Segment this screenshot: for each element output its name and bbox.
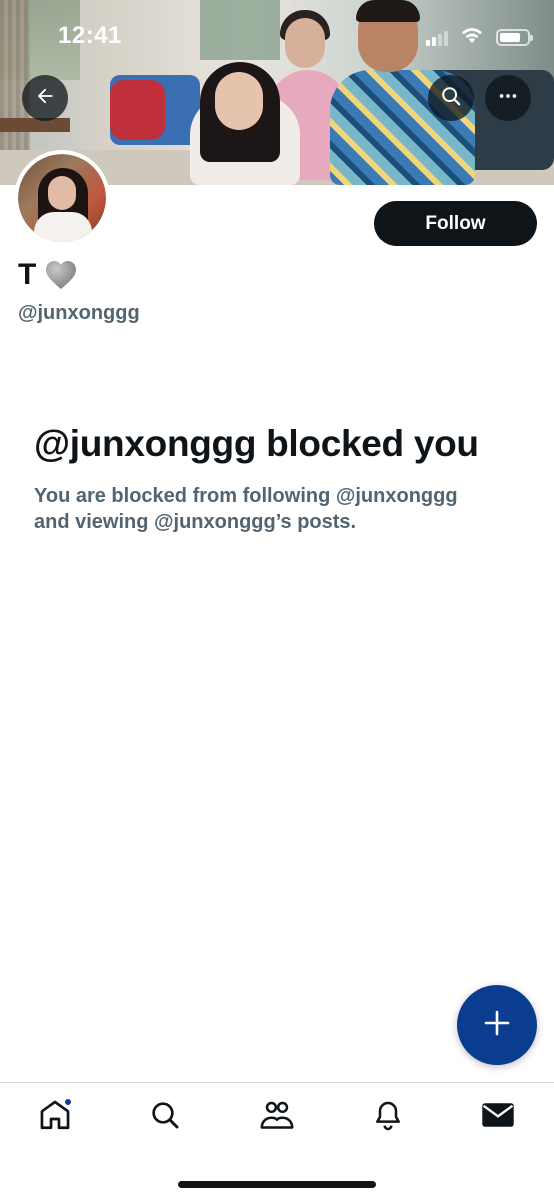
banner-person-face	[215, 72, 263, 130]
profile-display-name: T	[18, 258, 78, 292]
battery-icon	[496, 29, 533, 46]
more-options-button[interactable]	[485, 75, 531, 121]
blocked-description: You are blocked from following @junxongg…	[34, 483, 514, 535]
mail-icon	[481, 1100, 515, 1135]
banner-blanket	[110, 80, 165, 140]
nav-messages[interactable]	[478, 1097, 518, 1137]
avatar[interactable]	[14, 150, 110, 246]
blocked-title: @junxonggg blocked you	[34, 423, 479, 464]
nav-communities[interactable]	[257, 1097, 297, 1137]
nav-search[interactable]	[145, 1097, 185, 1137]
nav-home[interactable]	[35, 1097, 75, 1137]
search-icon	[440, 85, 462, 112]
communities-icon	[259, 1098, 295, 1137]
cellular-signal-icon	[426, 30, 448, 46]
plus-icon	[483, 1009, 511, 1042]
banner-table	[0, 118, 70, 132]
blocked-description-line: and viewing @junxonggg’s posts.	[34, 511, 357, 533]
search-icon	[149, 1099, 181, 1136]
blocked-description-line: You are blocked from following @junxongg…	[34, 485, 458, 507]
arrow-left-icon	[34, 85, 56, 112]
status-indicators	[426, 26, 533, 49]
notification-badge-dot	[63, 1097, 73, 1107]
status-time: 12:41	[58, 22, 122, 49]
compose-post-button[interactable]	[457, 985, 537, 1065]
avatar-photo	[18, 154, 106, 242]
wifi-icon	[460, 26, 484, 49]
follow-button[interactable]: Follow	[374, 201, 537, 246]
home-indicator	[178, 1181, 376, 1188]
nav-notifications[interactable]	[368, 1097, 408, 1137]
display-name-text: T	[18, 258, 37, 291]
more-horizontal-icon	[497, 85, 519, 112]
bottom-navigation-bar	[0, 1082, 554, 1200]
status-bar: 12:41	[0, 0, 554, 70]
back-button[interactable]	[22, 75, 68, 121]
search-button[interactable]	[428, 75, 474, 121]
profile-handle: @junxonggg	[18, 302, 140, 324]
bell-icon	[372, 1099, 404, 1136]
grey-heart-icon	[44, 259, 78, 291]
